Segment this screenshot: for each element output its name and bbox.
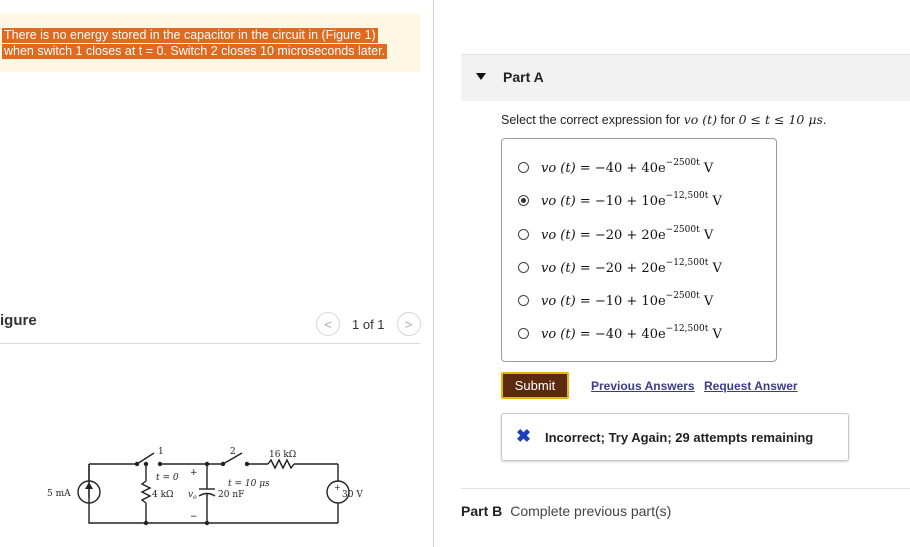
switch1-label: 1 xyxy=(158,447,164,457)
next-figure-icon[interactable]: > xyxy=(396,312,421,336)
resistor-4k-label: 4 kΩ xyxy=(152,490,174,500)
option-6[interactable]: vo (t) = −40 + 40e−12,500t V xyxy=(518,322,722,344)
option-4[interactable]: vo (t) = −20 + 20e−12,500t V xyxy=(518,256,722,278)
option-6-radio[interactable] xyxy=(518,327,529,339)
switch2-label: 2 xyxy=(230,447,236,457)
capacitor-minus-sign: − xyxy=(190,512,198,522)
capacitor-plus-sign: + xyxy=(190,468,198,478)
feedback-box: ✖ Incorrect; Try Again; 29 attempts rema… xyxy=(501,413,849,461)
option-4-expression: vo (t) = −20 + 20e−12,500t V xyxy=(541,258,722,276)
voltage-source-label: 30 V xyxy=(342,490,363,500)
figure-title: igure xyxy=(0,312,37,329)
problem-text-line-1: There is no energy stored in the capacit… xyxy=(2,28,378,43)
figure-navigation: < 1 of 1 > xyxy=(316,312,421,336)
problem-panel: There is no energy stored in the capacit… xyxy=(0,0,434,547)
previous-answers-link[interactable]: Previous Answers xyxy=(591,379,695,393)
part-b-header: Part B Complete previous part(s) xyxy=(461,503,671,519)
option-3[interactable]: vo (t) = −20 + 20e−2500t V xyxy=(518,223,713,245)
current-source-label: 5 mA xyxy=(47,489,71,499)
incorrect-x-icon: ✖ xyxy=(516,426,532,446)
current-source-arrow xyxy=(85,482,93,489)
feedback-message: Incorrect; Try Again; 29 attempts remain… xyxy=(545,430,814,445)
option-6-expression: vo (t) = −40 + 40e−12,500t V xyxy=(541,324,722,342)
request-answer-link[interactable]: Request Answer xyxy=(704,379,798,393)
option-5-radio[interactable] xyxy=(518,294,529,306)
option-1-expression: vo (t) = −40 + 40e−2500t V xyxy=(541,158,714,176)
part-a-question: Select the correct expression for vo (t)… xyxy=(501,112,827,127)
option-3-radio[interactable] xyxy=(518,228,529,240)
vo-label: vo xyxy=(188,490,197,501)
option-1[interactable]: vo (t) = −40 + 40e−2500t V xyxy=(518,156,713,178)
problem-statement-box xyxy=(0,14,420,72)
option-4-radio[interactable] xyxy=(518,261,529,273)
submit-button[interactable]: Submit xyxy=(501,372,569,399)
figure-divider xyxy=(0,343,420,344)
part-b-status: Complete previous part(s) xyxy=(510,503,672,519)
option-2[interactable]: vo (t) = −10 + 10e−12,500t V xyxy=(518,189,722,211)
voltage-source-plus: + xyxy=(334,483,341,492)
part-b-label: Part B xyxy=(461,503,503,519)
resistor-16k-label: 16 kΩ xyxy=(269,450,296,460)
option-3-expression: vo (t) = −20 + 20e−2500t V xyxy=(541,225,714,243)
resistor-4k-zigzag xyxy=(140,480,152,504)
option-5[interactable]: vo (t) = −10 + 10e−2500t V xyxy=(518,289,713,311)
switch1-time-label: t = 0 xyxy=(156,473,179,483)
figure-page-indicator: 1 of 1 xyxy=(352,316,385,332)
resistor-16k-zigzag xyxy=(267,458,295,470)
capacitor-label: 20 nF xyxy=(218,490,244,500)
switch2-time-label: t = 10 μs xyxy=(228,479,270,489)
part-a-header[interactable]: Part A xyxy=(461,54,910,101)
option-2-radio[interactable] xyxy=(518,194,529,206)
option-1-radio[interactable] xyxy=(518,161,529,173)
problem-text-line-2: when switch 1 closes at t = 0. Switch 2 … xyxy=(2,44,388,59)
answer-panel: Part A Select the correct expression for… xyxy=(434,0,910,547)
collapse-triangle-icon[interactable] xyxy=(476,73,486,80)
circuit-wire-bottom xyxy=(88,464,338,524)
option-2-expression: vo (t) = −10 + 10e−12,500t V xyxy=(541,191,722,209)
circuit-diagram: 5 mA 4 kΩ 1 t = 0 2 t = 10 μs 20 nF 16 k… xyxy=(47,447,363,526)
option-5-expression: vo (t) = −10 + 10e−2500t V xyxy=(541,291,714,309)
part-a-label: Part A xyxy=(503,69,544,85)
previous-figure-icon[interactable]: < xyxy=(316,312,340,336)
answer-options-box: vo (t) = −40 + 40e−2500t V vo (t) = −10 … xyxy=(501,138,777,362)
part-b-divider xyxy=(461,488,910,489)
